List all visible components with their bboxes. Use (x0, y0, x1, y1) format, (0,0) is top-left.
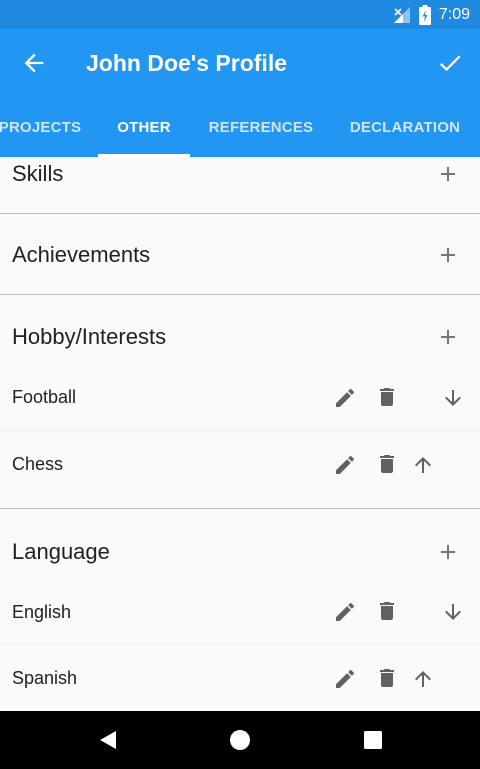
list-item: Chess (12, 454, 64, 474)
section-title-language: Language (12, 539, 110, 564)
tab-references[interactable]: REFERENCES (202, 98, 320, 157)
navigation-bar (0, 711, 480, 769)
home-circle-icon[interactable] (228, 728, 252, 752)
signal-icon (393, 6, 410, 23)
arrow-down-icon[interactable] (441, 600, 465, 624)
trash-icon[interactable] (375, 385, 399, 409)
plus-icon[interactable] (440, 166, 456, 182)
section-title-hobby: Hobby/Interests (12, 324, 167, 349)
section-title-skills: Skills (12, 161, 64, 186)
recents-square-icon[interactable] (361, 728, 385, 752)
page-title: John Doe's Profile (86, 50, 288, 76)
back-triangle-icon[interactable] (96, 728, 120, 752)
profile-content: Skills Achievements Hobby/Interests Foot… (0, 157, 480, 711)
tab-bar: PROJECTS OTHER REFERENCES DECLARATION (0, 98, 480, 157)
arrow-left-icon[interactable] (20, 49, 48, 77)
arrow-up-icon[interactable] (411, 453, 435, 477)
list-item: Football (12, 387, 77, 407)
trash-icon[interactable] (375, 666, 399, 690)
plus-icon[interactable] (440, 247, 456, 263)
pencil-icon[interactable] (333, 453, 357, 477)
divider (0, 508, 480, 509)
clock: 7:09 (438, 5, 470, 23)
trash-icon[interactable] (375, 599, 399, 623)
arrow-down-icon[interactable] (441, 386, 465, 410)
divider (0, 213, 480, 214)
tab-declaration[interactable]: DECLARATION (340, 98, 470, 157)
list-item: Spanish (12, 668, 78, 688)
pencil-icon[interactable] (333, 667, 357, 691)
check-icon[interactable] (436, 49, 464, 77)
plus-icon[interactable] (440, 329, 456, 345)
pencil-icon[interactable] (333, 600, 357, 624)
tab-other[interactable]: OTHER (98, 98, 190, 157)
tab-projects[interactable]: PROJECTS (0, 98, 84, 157)
row-divider (0, 430, 480, 431)
divider (0, 294, 480, 295)
list-item: English (12, 602, 72, 622)
arrow-up-icon[interactable] (411, 667, 435, 691)
section-title-achievements: Achievements (12, 242, 151, 267)
row-divider (0, 644, 480, 645)
app-bar: John Doe's Profile (0, 29, 480, 98)
battery-icon (418, 4, 431, 25)
plus-icon[interactable] (440, 544, 456, 560)
trash-icon[interactable] (375, 452, 399, 476)
pencil-icon[interactable] (333, 386, 357, 410)
status-bar: 7:09 (0, 0, 480, 29)
